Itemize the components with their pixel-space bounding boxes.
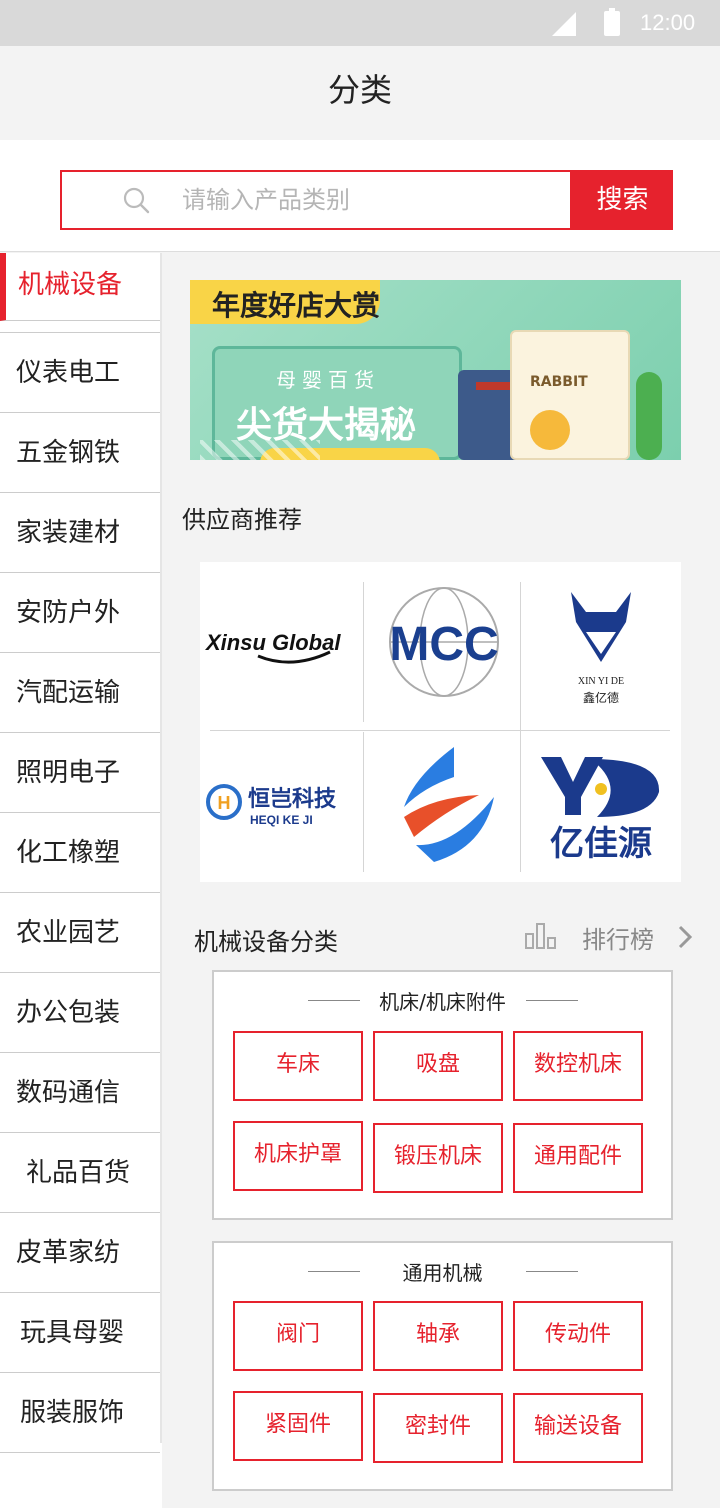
ranking-link[interactable]: 排行榜 bbox=[524, 920, 700, 954]
sidebar-item-agriculture[interactable]: 农业园艺 bbox=[0, 893, 160, 973]
supplier-mcc[interactable]: MCC bbox=[364, 562, 524, 722]
swirl-logo bbox=[404, 747, 494, 862]
sidebar-item-office[interactable]: 办公包装 bbox=[0, 973, 160, 1053]
search-input[interactable] bbox=[182, 180, 552, 220]
banner-pattern bbox=[200, 440, 320, 460]
status-bar: 12:00 bbox=[0, 0, 720, 46]
title-line-right bbox=[526, 1271, 578, 1272]
xinyide-logo: XIN YI DE 鑫亿德 bbox=[571, 592, 631, 705]
search-box[interactable] bbox=[60, 170, 572, 230]
page-title: 分类 bbox=[327, 71, 392, 109]
logo-text: MCC bbox=[389, 618, 498, 671]
group-title: 通用机械 bbox=[402, 1261, 483, 1285]
logo-text: Xinsu Global bbox=[204, 630, 341, 655]
rabbit-image bbox=[530, 410, 570, 450]
sidebar-item-auto[interactable]: 汽配运输 bbox=[0, 653, 160, 733]
xinsu-global-logo: Xinsu Global bbox=[204, 630, 341, 664]
signal-icon bbox=[552, 12, 576, 36]
sidebar-item-leather[interactable]: 皮革家纺 bbox=[0, 1213, 160, 1293]
supplier-heqi[interactable]: H 恒岂科技 HEQI KE JI bbox=[200, 722, 360, 882]
mcc-logo: MCC bbox=[389, 587, 499, 697]
svg-text:H: H bbox=[218, 793, 231, 813]
logo-subtext: 鑫亿德 bbox=[583, 690, 619, 705]
supplier-grid: Xinsu Global MCC XIN YI DE 鑫亿德 H 恒岂科技 HE… bbox=[200, 562, 681, 882]
sidebar-item-gifts[interactable]: 礼品百货 bbox=[0, 1133, 160, 1213]
sidebar-item-security[interactable]: 安防户外 bbox=[0, 573, 160, 653]
category-chip[interactable]: 输送设备 bbox=[513, 1393, 643, 1463]
sidebar-item-building[interactable]: 家装建材 bbox=[0, 493, 160, 573]
sidebar-divider bbox=[160, 253, 162, 1443]
cactus-image bbox=[636, 372, 662, 460]
app-header: 分类 bbox=[0, 46, 720, 140]
category-chip[interactable]: 吸盘 bbox=[373, 1031, 503, 1101]
search-area: 搜索 bbox=[0, 140, 720, 252]
category-chip[interactable]: 轴承 bbox=[373, 1301, 503, 1371]
ranking-label: 排行榜 bbox=[582, 926, 654, 954]
search-icon bbox=[123, 187, 150, 214]
category-chip[interactable]: 车床 bbox=[233, 1031, 363, 1101]
sidebar-item-machinery[interactable]: 机械设备 bbox=[0, 253, 160, 321]
yijiayuan-logo: 亿佳源 bbox=[541, 757, 660, 864]
category-group: 机床/机床附件 车床 吸盘 数控机床 机床护罩 锻压机床 通用配件 bbox=[212, 970, 673, 1220]
category-chip[interactable]: 传动件 bbox=[513, 1301, 643, 1371]
logo-text: 恒岂科技 bbox=[248, 786, 337, 812]
category-chip[interactable]: 数控机床 bbox=[513, 1031, 643, 1101]
suppliers-title: 供应商推荐 bbox=[182, 506, 302, 534]
logo-text: XIN YI DE bbox=[578, 676, 624, 687]
sidebar-item-chemical[interactable]: 化工橡塑 bbox=[0, 813, 160, 893]
banner-tag: 年度好店大赏 bbox=[212, 289, 381, 322]
category-chip[interactable]: 锻压机床 bbox=[373, 1123, 503, 1193]
sidebar-item-toys[interactable]: 玩具母婴 bbox=[0, 1293, 160, 1373]
cabinet-label: RABBIT bbox=[530, 374, 588, 390]
supplier-swirl[interactable] bbox=[364, 722, 524, 882]
sidebar-item-digital[interactable]: 数码通信 bbox=[0, 1053, 160, 1133]
category-section-title: 机械设备分类 bbox=[194, 928, 338, 956]
category-group: 通用机械 阀门 轴承 传动件 紧固件 密封件 输送设备 bbox=[212, 1241, 673, 1491]
chevron-right-icon bbox=[678, 925, 693, 949]
category-chip[interactable]: 通用配件 bbox=[513, 1123, 643, 1193]
title-line-right bbox=[526, 1000, 578, 1001]
sidebar-item-lighting[interactable]: 照明电子 bbox=[0, 733, 160, 813]
banner-subtitle: 母婴百货 bbox=[276, 368, 380, 392]
bar-chart-icon bbox=[525, 923, 556, 949]
logo-text: 亿佳源 bbox=[550, 824, 652, 864]
battery-icon bbox=[604, 8, 620, 36]
category-chip[interactable]: 机床护罩 bbox=[233, 1121, 363, 1191]
sidebar-item-instruments[interactable]: 仪表电工 bbox=[0, 333, 160, 413]
sidebar-spacer bbox=[0, 321, 160, 333]
cabinet-image: RABBIT bbox=[510, 330, 630, 460]
sidebar-item-apparel[interactable]: 服装服饰 bbox=[0, 1373, 160, 1453]
supplier-xinsu[interactable]: Xinsu Global bbox=[200, 562, 360, 722]
group-title: 机床/机床附件 bbox=[379, 990, 506, 1014]
sidebar-item-hardware[interactable]: 五金钢铁 bbox=[0, 413, 160, 493]
search-button[interactable]: 搜索 bbox=[572, 170, 673, 230]
category-chip[interactable]: 紧固件 bbox=[233, 1391, 363, 1461]
category-chip[interactable]: 阀门 bbox=[233, 1301, 363, 1371]
heqi-logo: H 恒岂科技 HEQI KE JI bbox=[206, 784, 337, 827]
supplier-xinyide[interactable]: XIN YI DE 鑫亿德 bbox=[521, 562, 681, 722]
promo-banner[interactable]: 年度好店大赏 母婴百货 尖货大揭秘 RABBIT bbox=[190, 280, 681, 460]
category-chip[interactable]: 密封件 bbox=[373, 1393, 503, 1463]
status-time: 12:00 bbox=[640, 10, 696, 35]
supplier-yijiayuan[interactable]: 亿佳源 bbox=[521, 722, 681, 882]
logo-subtext: HEQI KE JI bbox=[250, 813, 313, 827]
category-sidebar: 机械设备 仪表电工 五金钢铁 家装建材 安防户外 汽配运输 照明电子 化工橡塑 … bbox=[0, 253, 162, 1508]
